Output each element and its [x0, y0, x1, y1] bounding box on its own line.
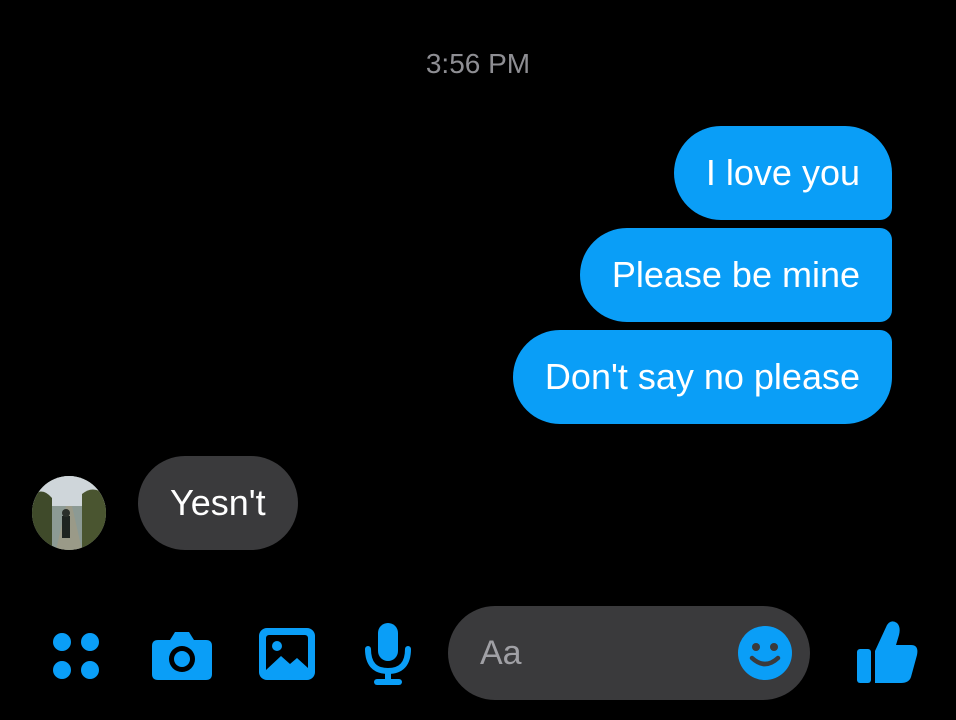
thumbs-up-icon[interactable]	[852, 618, 920, 688]
microphone-icon[interactable]	[360, 620, 416, 688]
outgoing-message[interactable]: Don't say no please	[512, 330, 892, 424]
message-input-placeholder: Aa	[480, 634, 522, 672]
contact-avatar[interactable]	[32, 476, 106, 550]
outgoing-message[interactable]: Please be mine	[579, 228, 892, 322]
camera-icon[interactable]	[148, 624, 216, 684]
composer-bar: Aa	[0, 600, 956, 710]
gallery-icon[interactable]	[256, 624, 318, 684]
more-apps-icon[interactable]	[48, 628, 104, 684]
incoming-message[interactable]: Yesn't	[138, 456, 298, 550]
outgoing-message[interactable]: I love you	[673, 126, 892, 220]
message-timestamp: 3:56 PM	[425, 48, 531, 79]
emoji-icon[interactable]	[736, 624, 794, 682]
message-input[interactable]: Aa	[448, 606, 810, 700]
